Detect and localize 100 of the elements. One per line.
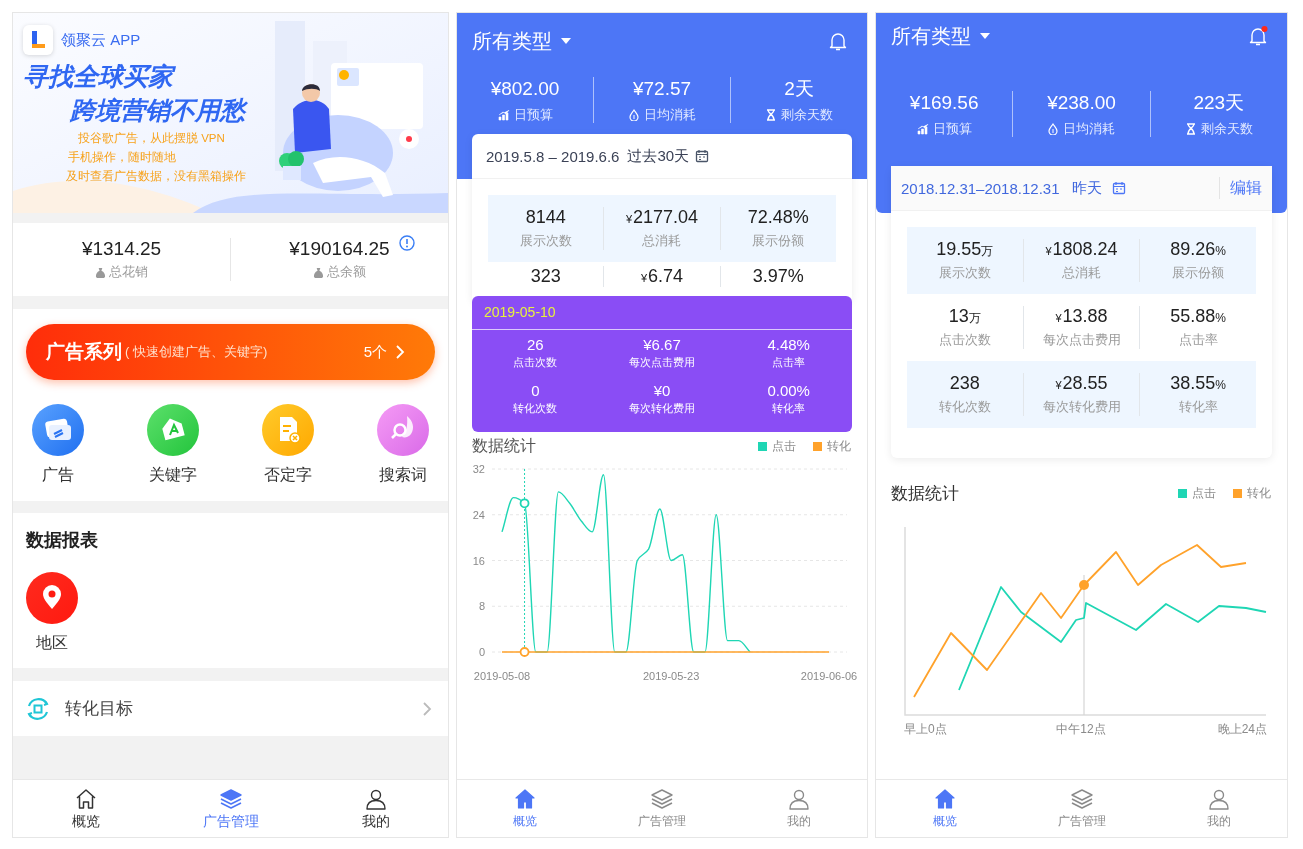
tag-icon xyxy=(147,404,199,456)
date-range: 2018.12.31–2018.12.31 xyxy=(901,179,1060,197)
metric-label: 点击次数 xyxy=(938,332,991,349)
stat-label: 日预算 xyxy=(932,120,972,137)
metric-value: 3.97% xyxy=(752,266,804,287)
tooltip-label: 每次点击费用 xyxy=(629,355,695,370)
brand-name: 领聚云 APP xyxy=(61,30,141,50)
location-pin-icon xyxy=(26,572,78,624)
metric-value: 8144 xyxy=(525,207,566,228)
total-value: ¥1314.25 xyxy=(81,238,162,260)
total-label: 总余额 xyxy=(327,263,366,281)
type-dropdown[interactable]: 所有类型 xyxy=(891,22,991,50)
info-icon[interactable] xyxy=(399,235,415,251)
bar-chart-icon xyxy=(916,122,929,135)
metric-value: 19.55万 xyxy=(936,239,994,260)
tick-label: 16 xyxy=(472,554,485,567)
date-range: 2019.5.8 – 2019.6.6 xyxy=(486,147,620,165)
metric-value: 323 xyxy=(530,266,561,287)
metric-label: 每次转化费用 xyxy=(1042,399,1121,416)
point-marker xyxy=(519,647,530,657)
legend-label: 点击 xyxy=(1192,484,1216,502)
cards-icon xyxy=(32,404,84,456)
chevron-right-icon xyxy=(422,700,432,717)
bar-chart-icon xyxy=(497,108,510,121)
promo-text: 投谷歌广告，从此摆脱 VPN xyxy=(78,131,225,146)
cycle-icon xyxy=(25,695,51,722)
drop-icon xyxy=(1047,122,1060,135)
report-button[interactable]: 地区 xyxy=(26,572,78,654)
layers-icon xyxy=(218,786,243,811)
period-label: 过去30天 xyxy=(627,146,690,166)
period-label: 昨天 xyxy=(1071,178,1102,198)
hourglass-icon xyxy=(765,108,777,121)
tooltip-value: 0 xyxy=(531,382,540,399)
tab[interactable]: 概览 xyxy=(457,780,594,837)
metric-value: ¥28.55 xyxy=(1055,373,1108,394)
chevron-right-icon xyxy=(395,344,405,360)
money-bag-icon xyxy=(95,266,106,278)
tab[interactable]: 概览 xyxy=(876,780,1013,837)
metric-value: 89.26% xyxy=(1170,239,1227,260)
tooltip-value: ¥0 xyxy=(653,382,671,399)
tab[interactable]: 概览 xyxy=(13,780,158,837)
legend-label: 转化 xyxy=(1247,484,1271,502)
axis-label: 早上0点 xyxy=(904,722,947,736)
caret-icon xyxy=(979,32,991,40)
tooltip-label: 转化次数 xyxy=(513,401,558,416)
calendar-icon[interactable] xyxy=(695,149,710,163)
stat-value: ¥802.00 xyxy=(490,77,560,101)
metric-label: 转化次数 xyxy=(938,399,991,416)
edit-link[interactable]: 编辑 xyxy=(1230,177,1262,199)
metric-label: 展示次数 xyxy=(519,233,572,250)
metric-value: ¥6.74 xyxy=(640,266,684,287)
calendar-icon[interactable] xyxy=(1111,181,1126,195)
shortcut-button[interactable]: 关键字 xyxy=(141,404,205,486)
tooltip-label: 转化率 xyxy=(772,401,806,416)
chart-title: 数据统计 xyxy=(472,435,536,456)
goal-row[interactable]: 转化目标 xyxy=(13,681,448,736)
metric-value: 72.48% xyxy=(747,207,809,228)
tick-label: 2019-05-23 xyxy=(643,670,700,682)
metric-label: 每次点击费用 xyxy=(1042,332,1121,349)
stat-label: 日均消耗 xyxy=(1063,120,1116,137)
metric-value: ¥2177.04 xyxy=(625,207,699,228)
tab[interactable]: 广告管理 xyxy=(158,780,303,837)
layers-icon xyxy=(1069,787,1094,811)
layers-icon xyxy=(650,787,674,811)
tooltip-value: 26 xyxy=(527,336,544,353)
campaign-button[interactable]: 广告系列( 快速创建广告、关键字) 5个 xyxy=(26,324,435,380)
tab[interactable]: 我的 xyxy=(730,780,867,837)
tab[interactable]: 广告管理 xyxy=(593,780,731,837)
bell-icon[interactable] xyxy=(1247,25,1269,47)
type-dropdown[interactable]: 所有类型 xyxy=(472,27,572,55)
legend-label: 转化 xyxy=(827,437,851,455)
tick-label: 8 xyxy=(478,600,485,613)
total-label: 总花销 xyxy=(109,263,148,281)
legend-label: 点击 xyxy=(772,437,796,455)
shortcut-button[interactable]: 搜索词 xyxy=(371,404,435,486)
person-icon xyxy=(786,787,811,811)
point-marker xyxy=(1079,580,1089,590)
tooltip-date: 2019-05-10 xyxy=(472,296,852,330)
shortcut-button[interactable]: 广告 xyxy=(26,404,90,486)
tab[interactable]: 我的 xyxy=(303,780,448,837)
chart-title: 数据统计 xyxy=(891,482,959,505)
point-marker xyxy=(519,498,530,509)
promo-text: 及时查看广告数据，没有黑箱操作 xyxy=(66,169,246,184)
metric-value: ¥1808.24 xyxy=(1045,239,1118,260)
metric-label: 展示份额 xyxy=(752,233,805,250)
metric-label: 点击率 xyxy=(1178,332,1218,349)
tick-label: 0 xyxy=(478,646,485,658)
hourglass-icon xyxy=(1184,122,1197,135)
tooltip-value: 4.48% xyxy=(767,336,810,353)
tab[interactable]: 我的 xyxy=(1150,780,1287,837)
tooltip-label: 点击率 xyxy=(772,355,806,370)
tab[interactable]: 广告管理 xyxy=(1013,780,1150,837)
metric-label: 展示份额 xyxy=(1172,265,1225,282)
tooltip-label: 每次转化费用 xyxy=(629,401,695,416)
money-bag-icon xyxy=(313,266,324,278)
metric-value: 238 xyxy=(949,373,980,394)
shortcut-button[interactable]: 否定字 xyxy=(256,404,320,486)
section-title: 数据报表 xyxy=(26,529,99,551)
promo-text: 手机操作，随时随地 xyxy=(68,150,176,165)
bell-icon[interactable] xyxy=(827,30,849,52)
